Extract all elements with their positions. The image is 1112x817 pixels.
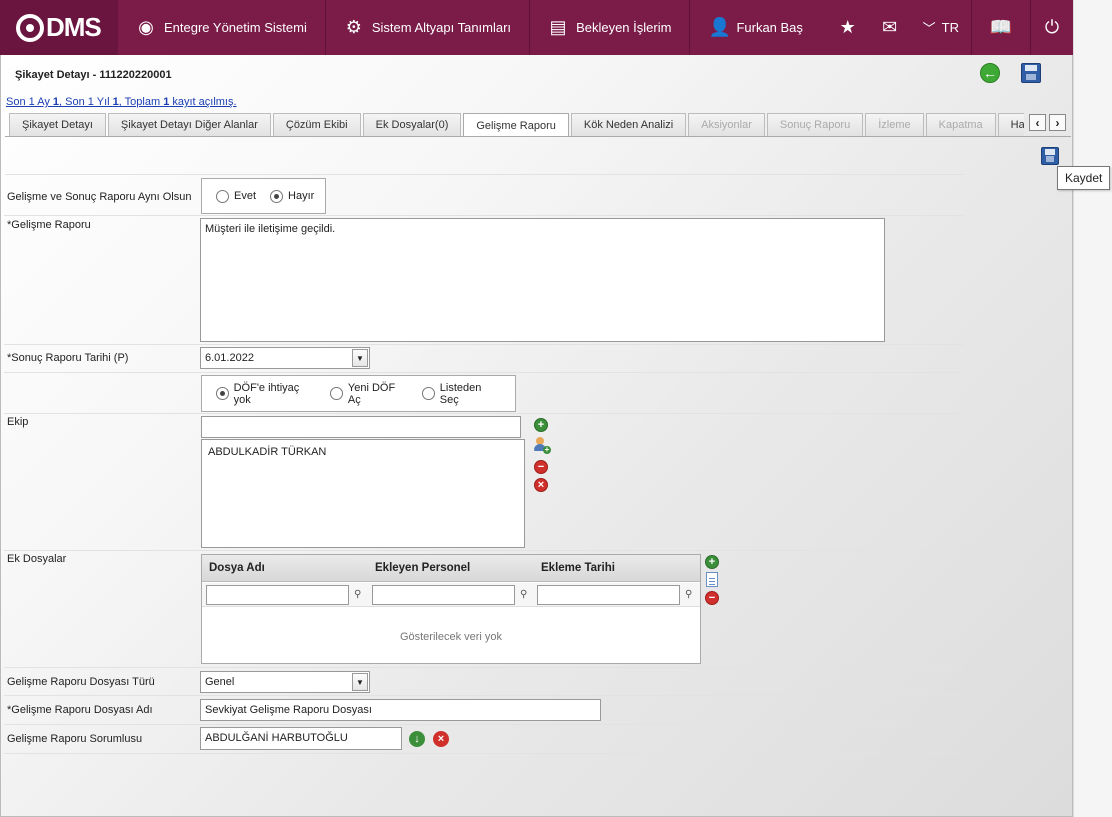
tab-closing[interactable]: Kapatma <box>925 113 996 136</box>
radio-button-icon <box>216 387 229 400</box>
filter-icon[interactable]: ⚲ <box>520 589 529 600</box>
radio-evet[interactable]: Evet <box>216 189 256 203</box>
add-icon[interactable]: + <box>705 555 719 569</box>
power-icon[interactable]: ⏻ <box>1031 0 1073 55</box>
result-date-label: *Sonuç Raporu Tarihi (P) <box>7 352 129 364</box>
qdms-q-icon <box>16 13 44 42</box>
select-arrow-down-icon[interactable]: ↓ <box>409 731 425 747</box>
team-member-item[interactable]: ABDULKADİR TÜRKAN <box>208 446 518 458</box>
language-code: TR <box>941 20 959 35</box>
filter-added-by-input[interactable] <box>372 585 515 605</box>
filter-icon[interactable]: ⚲ <box>685 589 694 600</box>
column-added-date[interactable]: Ekleme Tarihi <box>541 562 615 574</box>
attachments-grid: Dosya Adı Ekleyen Personel Ekleme Tarihi… <box>201 554 701 664</box>
qdms-q-icon: ◉ <box>138 17 154 37</box>
nav-user-profile[interactable]: 👤 Furkan Baş <box>690 0 820 55</box>
nav-label: Sistem Altyapı Tanımları <box>371 20 512 35</box>
tab-error-distribution[interactable]: Hata Dağ <box>997 113 1024 136</box>
tab-attachments[interactable]: Ek Dosyalar(0) <box>362 113 462 136</box>
grid-filter-row: ⚲ ⚲ ⚲ <box>202 583 700 607</box>
document-icon[interactable] <box>706 572 718 587</box>
filter-added-date-input[interactable] <box>537 585 680 605</box>
language-selector[interactable]: ﹀ TR <box>911 0 971 55</box>
clear-icon[interactable]: × <box>433 731 449 747</box>
filter-icon[interactable]: ⚲ <box>354 589 363 600</box>
user-icon: 👤 <box>708 17 731 37</box>
filter-file-name-input[interactable] <box>206 585 349 605</box>
dof-radio-group: DÖF'e ihtiyaç yok Yeni DÖF Aç Listeden S… <box>201 375 516 412</box>
column-added-by[interactable]: Ekleyen Personel <box>375 562 470 574</box>
tab-monitoring[interactable]: İzleme <box>865 113 924 136</box>
tab-scroll-right-icon[interactable]: › <box>1049 114 1066 131</box>
chevron-down-icon[interactable]: ▼ <box>352 673 368 691</box>
column-file-name[interactable]: Dosya Adı <box>209 562 265 574</box>
nav-integrated-management[interactable]: ◉ Entegre Yönetim Sistemi <box>118 0 326 55</box>
result-date-picker[interactable]: 6.01.2022 ▼ <box>200 347 370 369</box>
grid-empty-message: Gösterilecek veri yok <box>399 631 503 643</box>
mail-icon[interactable]: ✉ <box>869 0 911 55</box>
gear-icon: ⚙ <box>345 17 362 37</box>
responsible-label: Gelişme Raporu Sorumlusu <box>7 733 143 745</box>
record-summary-link[interactable]: Son 1 Ay 1, Son 1 Yıl 1, Toplam 1 kayıt … <box>6 96 237 108</box>
logo-text: DMS <box>46 12 102 42</box>
radio-no-dof[interactable]: DÖF'e ihtiyaç yok <box>216 382 316 406</box>
qdms-logo[interactable]: DMS <box>0 0 118 55</box>
chevron-down-icon[interactable]: ▼ <box>352 349 368 367</box>
file-name-input[interactable]: Sevkiyat Gelişme Raporu Dosyası <box>200 699 601 721</box>
tab-progress-report[interactable]: Gelişme Raporu <box>463 113 569 136</box>
nav-label: Bekleyen İşlerim <box>576 20 672 35</box>
add-user-icon[interactable]: + <box>533 437 551 454</box>
clipboard-icon: ▤ <box>549 17 567 37</box>
same-report-label: Gelişme ve Sonuç Raporu Aynı Olsun <box>7 191 192 203</box>
team-label: Ekip <box>7 416 29 428</box>
progress-report-textarea[interactable]: Müşteri ile iletişime geçildi. <box>200 218 885 342</box>
radio-select-from-list[interactable]: Listeden Seç <box>422 382 501 406</box>
remove-icon[interactable]: − <box>705 591 719 605</box>
tab-result-report[interactable]: Sonuç Raporu <box>766 113 864 136</box>
attachments-label: Ek Dosyalar <box>7 553 67 565</box>
back-arrow-icon[interactable]: ← <box>980 63 1000 83</box>
star-icon[interactable]: ★ <box>827 0 869 55</box>
progress-report-label: *Gelişme Raporu <box>7 219 91 231</box>
radio-hayir[interactable]: Hayır <box>270 189 314 203</box>
team-member-list[interactable]: ABDULKADİR TÜRKAN <box>201 439 525 548</box>
tab-complaint-other-fields[interactable]: Şikayet Detayı Diğer Alanlar <box>107 113 271 136</box>
file-name-label: *Gelişme Raporu Dosyası Adı <box>7 704 153 716</box>
book-icon[interactable]: 📖 <box>972 0 1030 55</box>
tab-scroll-left-icon[interactable]: ‹ <box>1029 114 1046 131</box>
clear-icon[interactable]: × <box>534 478 548 492</box>
nav-system-infrastructure[interactable]: ⚙ Sistem Altyapı Tanımları <box>326 0 531 55</box>
tab-bar: Şikayet Detayı Şikayet Detayı Diğer Alan… <box>9 113 1024 136</box>
nav-pending-tasks[interactable]: ▤ Bekleyen İşlerim <box>530 0 691 55</box>
page-scrollbar[interactable] <box>1073 0 1112 817</box>
radio-button-icon <box>330 387 343 400</box>
remove-icon[interactable]: − <box>534 460 548 474</box>
grid-header: Dosya Adı Ekleyen Personel Ekleme Tarihi <box>202 555 700 582</box>
tab-complaint-detail[interactable]: Şikayet Detayı <box>9 113 106 136</box>
radio-new-dof[interactable]: Yeni DÖF Aç <box>330 382 408 406</box>
top-navigation-bar: DMS ◉ Entegre Yönetim Sistemi ⚙ Sistem A… <box>0 0 1073 55</box>
tab-solution-team[interactable]: Çözüm Ekibi <box>272 113 361 136</box>
page-title: Şikayet Detayı - 111220220001 <box>15 69 172 81</box>
tab-root-cause-analysis[interactable]: Kök Neden Analizi <box>570 113 687 136</box>
add-icon[interactable]: + <box>534 418 548 432</box>
responsible-input[interactable]: ABDULĞANİ HARBUTOĞLU <box>200 727 402 750</box>
save-icon[interactable] <box>1041 147 1059 165</box>
same-report-radio-group: Evet Hayır <box>201 178 326 214</box>
file-type-select[interactable]: Genel ▼ <box>200 671 370 693</box>
file-type-label: Gelişme Raporu Dosyası Türü <box>7 676 155 688</box>
chevron-down-icon: ﹀ <box>922 21 936 36</box>
nav-label: Entegre Yönetim Sistemi <box>164 20 307 35</box>
tab-actions[interactable]: Aksiyonlar <box>688 113 765 136</box>
radio-button-icon <box>270 189 284 203</box>
radio-button-icon <box>216 189 229 203</box>
user-name: Furkan Baş <box>736 20 803 35</box>
save-tooltip: Kaydet <box>1057 166 1111 190</box>
team-search-input[interactable] <box>201 416 521 438</box>
radio-button-icon <box>422 387 435 400</box>
save-icon[interactable] <box>1021 63 1041 83</box>
